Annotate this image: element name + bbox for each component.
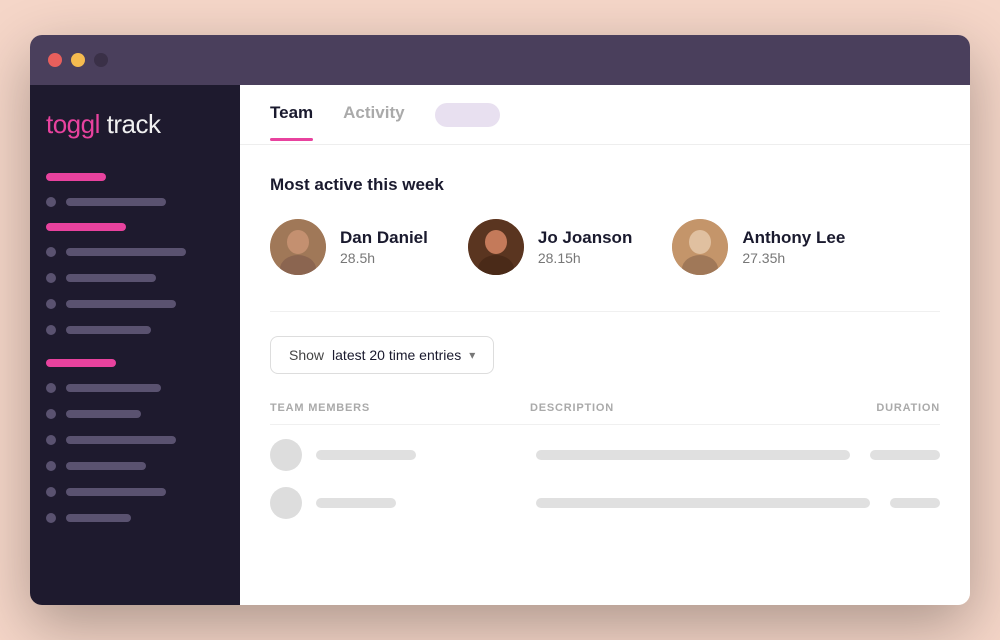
tab-team[interactable]: Team	[270, 103, 313, 127]
user-name-anthony: Anthony Lee	[742, 228, 845, 248]
nav-dot	[46, 325, 56, 335]
nav-bar	[66, 326, 151, 334]
filter-row: Show latest 20 time entries ▾	[270, 336, 940, 374]
nav-item[interactable]	[46, 354, 224, 372]
nav-bar	[66, 488, 166, 496]
nav-item[interactable]	[46, 404, 224, 424]
nav-bar	[46, 173, 106, 181]
nav-item[interactable]	[46, 378, 224, 398]
sidebar: toggl track	[30, 85, 240, 605]
nav-bar	[46, 359, 116, 367]
user-card-anthony: Anthony Lee 27.35h	[672, 219, 845, 275]
user-card-jo: Jo Joanson 28.15h	[468, 219, 632, 275]
nav-bar	[66, 462, 146, 470]
nav-dot	[46, 435, 56, 445]
logo: toggl track	[46, 109, 224, 140]
col-header-description: DESCRIPTION	[530, 402, 820, 414]
nav-dot	[46, 247, 56, 257]
divider	[270, 311, 940, 312]
row-name-bar	[316, 498, 396, 508]
user-hours-dan: 28.5h	[340, 250, 428, 266]
nav-item[interactable]	[46, 482, 224, 502]
nav-item[interactable]	[46, 218, 224, 236]
nav-bar	[66, 248, 186, 256]
sidebar-nav	[46, 168, 224, 528]
tab-activity[interactable]: Activity	[343, 103, 404, 127]
nav-item[interactable]	[46, 430, 224, 450]
table-row	[270, 439, 940, 471]
user-hours-anthony: 27.35h	[742, 250, 845, 266]
row-dur-bar	[890, 498, 940, 508]
close-button[interactable]	[48, 53, 62, 67]
nav-bar	[66, 198, 166, 206]
avatar-dan	[270, 219, 326, 275]
table-row	[270, 487, 940, 519]
tab-pill	[435, 103, 500, 127]
main-content: Team Activity Most active this week	[240, 85, 970, 605]
nav-dot	[46, 409, 56, 419]
nav-dot	[46, 513, 56, 523]
user-info-dan: Dan Daniel 28.5h	[340, 228, 428, 266]
content-area: Most active this week Dan Daniel	[240, 145, 970, 605]
col-header-duration: DURATION	[820, 402, 940, 414]
row-avatar	[270, 487, 302, 519]
filter-show-label: Show	[289, 347, 324, 363]
avatar-jo	[468, 219, 524, 275]
nav-bar	[66, 300, 176, 308]
nav-item[interactable]	[46, 242, 224, 262]
chevron-down-icon: ▾	[469, 348, 475, 362]
user-info-jo: Jo Joanson 28.15h	[538, 228, 632, 266]
nav-item[interactable]	[46, 168, 224, 186]
row-desc-bar	[536, 498, 870, 508]
user-name-jo: Jo Joanson	[538, 228, 632, 248]
nav-dot	[46, 461, 56, 471]
nav-item[interactable]	[46, 320, 224, 340]
row-dur-bar	[870, 450, 940, 460]
nav-dot	[46, 273, 56, 283]
nav-item[interactable]	[46, 192, 224, 212]
filter-button[interactable]: Show latest 20 time entries ▾	[270, 336, 494, 374]
nav-item[interactable]	[46, 508, 224, 528]
col-header-team: TEAM MEMBERS	[270, 402, 530, 414]
nav-dot	[46, 383, 56, 393]
user-name-dan: Dan Daniel	[340, 228, 428, 248]
app-window: toggl track	[30, 35, 970, 605]
nav-dot	[46, 299, 56, 309]
nav-bar	[66, 436, 176, 444]
nav-dot	[46, 197, 56, 207]
nav-item[interactable]	[46, 268, 224, 288]
avatar-anthony	[672, 219, 728, 275]
table-rows	[270, 439, 940, 519]
nav-dot	[46, 487, 56, 497]
nav-bar	[46, 223, 126, 231]
nav-item[interactable]	[46, 456, 224, 476]
active-users: Dan Daniel 28.5h	[270, 219, 940, 275]
user-card-dan: Dan Daniel 28.5h	[270, 219, 428, 275]
row-name-bar	[316, 450, 416, 460]
filter-value: latest 20 time entries	[332, 347, 461, 363]
tabs-bar: Team Activity	[240, 85, 970, 145]
fullscreen-button[interactable]	[94, 53, 108, 67]
app-body: toggl track	[30, 85, 970, 605]
logo-text: toggl track	[46, 109, 160, 139]
user-info-anthony: Anthony Lee 27.35h	[742, 228, 845, 266]
nav-bar	[66, 274, 156, 282]
nav-bar	[66, 514, 131, 522]
nav-bar	[66, 384, 161, 392]
row-desc-bar	[536, 450, 850, 460]
user-hours-jo: 28.15h	[538, 250, 632, 266]
table-header: TEAM MEMBERS DESCRIPTION DURATION	[270, 402, 940, 425]
titlebar	[30, 35, 970, 85]
row-avatar	[270, 439, 302, 471]
minimize-button[interactable]	[71, 53, 85, 67]
nav-bar	[66, 410, 141, 418]
section-title: Most active this week	[270, 175, 940, 195]
nav-item[interactable]	[46, 294, 224, 314]
